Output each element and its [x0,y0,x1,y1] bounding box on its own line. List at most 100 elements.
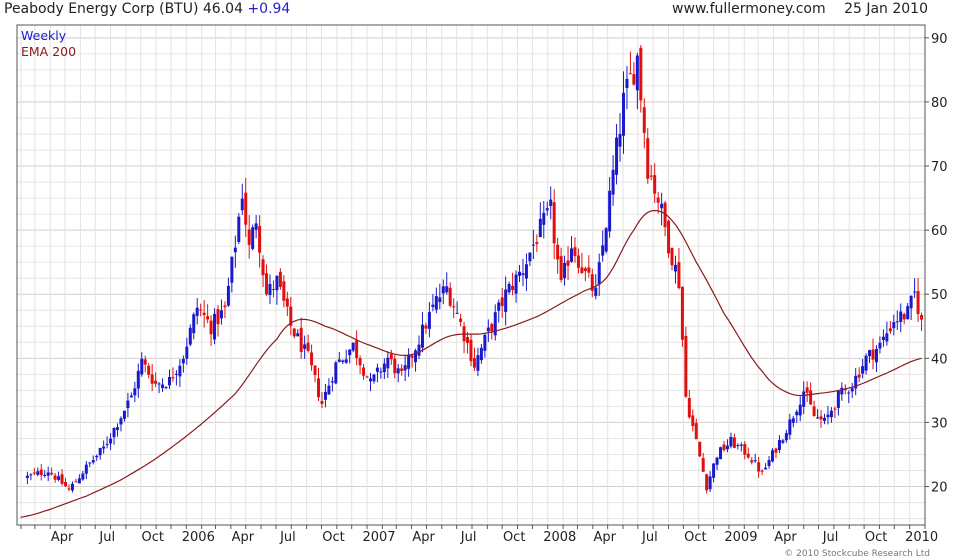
candle [39,463,43,481]
candle [192,312,196,340]
candle [150,363,154,392]
candle [36,467,40,477]
x-tick-label: Oct [865,530,887,545]
candle [559,247,563,283]
candle [299,317,303,359]
y-tick-label: 90 [931,32,948,47]
candle [209,315,213,347]
candle [580,252,584,274]
candle [895,310,899,330]
candle [784,429,788,443]
candle [216,305,220,337]
candle [341,359,345,365]
candle [74,478,78,483]
legend-ema: EMA 200 [21,44,76,59]
candle [195,298,199,325]
candle [556,237,560,274]
candle [608,177,612,238]
candle [621,71,625,154]
candle [434,287,438,314]
candle [282,275,286,308]
candle [743,441,747,460]
candle [819,410,823,428]
candle [53,473,57,483]
candle [365,375,369,378]
y-axis: 20 30 40 50 60 70 80 90 [925,32,948,496]
candle [618,113,622,162]
candle [504,276,508,326]
candle [809,382,813,405]
candle [427,302,431,338]
candle [133,381,137,403]
candle [237,213,241,245]
candle [570,236,574,263]
candle [202,300,206,328]
candle [102,440,106,454]
candle [913,278,917,299]
candle [874,345,878,373]
x-tick-label: Jul [98,530,115,545]
candle [344,349,348,364]
candle [459,313,463,327]
candle [850,382,854,399]
candle [864,353,868,375]
candle [538,202,542,238]
candle [507,281,511,295]
candle [916,277,920,322]
candle [528,252,532,267]
candle [285,291,289,317]
candle [109,433,113,451]
candle [247,215,251,259]
candle [88,462,92,468]
candle [323,383,327,408]
candle [680,286,684,347]
candle [46,466,50,482]
x-tick-label: 2009 [724,530,757,545]
candle [60,469,64,486]
candle [694,418,698,440]
candle [317,367,321,402]
candle [296,329,300,337]
candle [313,365,317,383]
candle [888,320,892,334]
candle [701,452,705,472]
candle [327,378,331,395]
candle [372,373,376,384]
x-tick-label: Oct [684,530,706,545]
candle [462,322,466,354]
candle [601,230,605,262]
candle [670,247,674,271]
candle [261,255,265,288]
candle [448,282,452,308]
y-tick-label: 40 [931,352,948,367]
candle [479,344,483,364]
candle [70,481,74,493]
x-tick-label: Apr [232,530,255,545]
candle [781,439,785,445]
candle [899,303,903,333]
candle [764,463,768,470]
candle [698,441,702,458]
y-tick-label: 80 [931,96,948,111]
candle [625,66,629,110]
candle [798,396,802,422]
candle [268,274,272,305]
copyright-notice: © 2010 Stockcube Research Ltd [784,549,930,559]
candle [677,247,681,290]
candle [646,127,650,184]
candle [251,224,255,251]
candle [535,234,539,252]
x-tick-label: 2010 [905,530,938,545]
grid-lines [17,25,926,525]
candle [708,471,712,492]
candle [265,264,269,296]
candle [712,463,716,483]
candle [303,335,307,359]
candle [226,277,230,307]
candle [375,363,379,383]
candle [719,446,723,460]
candle [597,253,601,297]
candle [878,336,882,354]
candle [292,327,296,339]
candle [188,324,192,347]
